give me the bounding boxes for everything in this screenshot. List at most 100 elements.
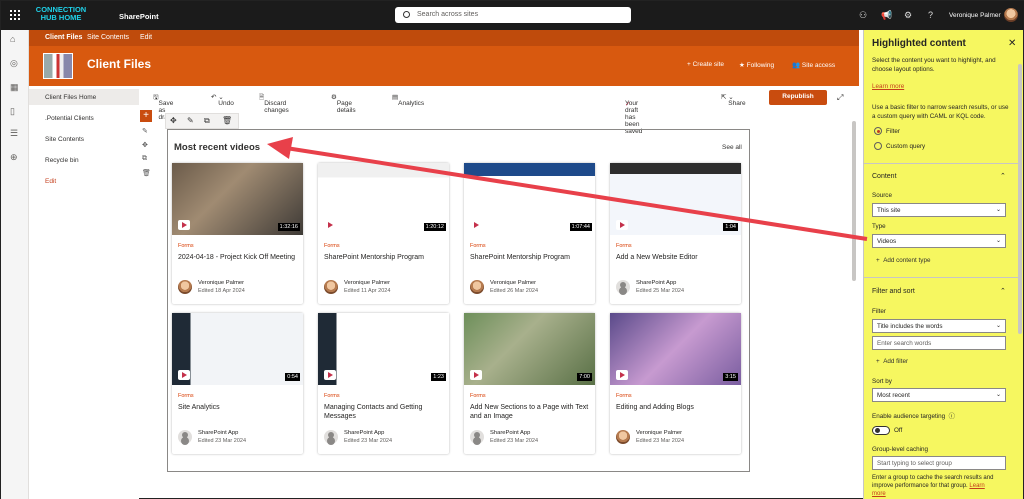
video-card[interactable]: 3:15 Forms Editing and Adding Blogs Veroniq… — [610, 313, 741, 454]
filter-radio[interactable] — [874, 127, 882, 135]
analytics-button[interactable]: ▤ Analytics — [392, 93, 424, 107]
pane-intro: Select the content you want to highlight… — [872, 57, 996, 73]
hub-nav-site-contents[interactable]: Site Contents — [87, 34, 129, 41]
video-thumbnail[interactable]: 1:32:16 — [172, 163, 303, 235]
audience-toggle[interactable] — [872, 426, 890, 435]
source-dropdown[interactable]: This site ⌄ — [872, 203, 1006, 217]
video-thumbnail[interactable]: 1:20:12 — [318, 163, 449, 235]
search-box[interactable]: Search across sites — [395, 7, 631, 23]
add-content-type-button[interactable]: + Add content type — [876, 257, 930, 264]
move-section-icon[interactable]: ✥ — [142, 141, 148, 149]
info-icon[interactable]: ⓘ — [949, 413, 955, 420]
site-title[interactable]: Client Files — [87, 57, 151, 71]
gear-icon[interactable]: ⚙ — [904, 10, 912, 21]
learn-more-link[interactable]: Learn more — [872, 83, 1012, 92]
help-icon[interactable]: ? — [928, 10, 933, 20]
delete-section-icon[interactable]: 🗑 — [142, 169, 151, 177]
page-scrollbar[interactable] — [852, 121, 856, 281]
card-title[interactable]: Add a New Website Editor — [616, 253, 736, 262]
duplicate-webpart-icon[interactable]: ⧉ — [204, 116, 210, 126]
discard-label: Discard changes — [264, 100, 289, 114]
video-thumbnail[interactable]: 7:00 — [464, 313, 595, 385]
chevron-up-icon[interactable]: ⌃ — [1000, 172, 1006, 180]
pane-title: Highlighted content — [872, 38, 966, 49]
create-icon[interactable]: ⊕ — [10, 152, 18, 163]
search-words-input[interactable]: Enter search words — [872, 336, 1006, 350]
card-title[interactable]: Managing Contacts and Getting Messages — [324, 403, 444, 421]
duplicate-section-icon[interactable]: ⧉ — [142, 155, 147, 163]
site-logo[interactable] — [43, 53, 73, 79]
app-launcher-icon[interactable] — [9, 9, 21, 21]
user-avatar[interactable] — [1004, 8, 1018, 22]
group-note-link[interactable]: Learn — [969, 483, 984, 489]
content-section-heading[interactable]: Content — [872, 173, 897, 180]
webpart-title[interactable]: Most recent videos — [174, 142, 260, 153]
see-all-link[interactable]: See all — [722, 144, 742, 151]
nav-item-site-contents[interactable]: Site Contents — [45, 136, 84, 143]
share-button[interactable]: ⇱ Share ⌄ — [721, 93, 746, 107]
nav-edit-link[interactable]: Edit — [45, 178, 56, 185]
video-card[interactable]: 7:00 Forms Add New Sections to a Page with… — [464, 313, 595, 454]
card-title[interactable]: SharePoint Mentorship Program — [324, 253, 444, 262]
sites-icon[interactable]: ▦ — [10, 82, 19, 93]
pane-scrollbar[interactable] — [1018, 64, 1022, 334]
video-thumbnail[interactable]: 0:54 — [172, 313, 303, 385]
nav-item-potential-clients[interactable]: .Potential Clients — [45, 115, 94, 122]
filter-intro: Use a basic filter to narrow search resu… — [872, 104, 1009, 120]
custom-query-radio[interactable] — [874, 142, 882, 150]
video-card[interactable]: 1:04 Forms Add a New Website Editor SharePo… — [610, 163, 741, 304]
close-icon[interactable]: ✕ — [1008, 38, 1016, 49]
edit-webpart-icon[interactable]: ✎ — [187, 116, 194, 125]
card-title[interactable]: Editing and Adding Blogs — [616, 403, 736, 412]
hub-nav-edit[interactable]: Edit — [140, 34, 152, 41]
nav-item-home[interactable]: Client Files Home — [45, 94, 96, 101]
lists-icon[interactable]: ☰ — [10, 128, 18, 139]
chevron-up-icon[interactable]: ⌃ — [1000, 287, 1006, 295]
following-button[interactable]: ★ Following — [739, 61, 774, 69]
video-card[interactable]: 1:23 Forms Managing Contacts and Getting M… — [318, 313, 449, 454]
undo-button[interactable]: ↶ Undo ⌄ — [211, 93, 234, 107]
video-card[interactable]: 1:20:12 Forms SharePoint Mentorship Progra… — [318, 163, 449, 304]
app-name[interactable]: SharePoint — [119, 12, 159, 21]
delete-webpart-icon[interactable]: 🗑 — [222, 116, 232, 125]
chevron-down-icon: ⌄ — [995, 392, 1001, 398]
nav-item-recycle-bin[interactable]: Recycle bin — [45, 157, 79, 164]
play-icon — [324, 370, 336, 380]
republish-button[interactable]: Republish — [769, 90, 827, 105]
globe-icon[interactable]: ◎ — [10, 58, 18, 69]
teams-icon[interactable]: ⚇ — [859, 10, 867, 21]
hub-nav-client-files[interactable]: Client Files — [45, 34, 82, 41]
video-thumbnail[interactable]: 1:23 — [318, 313, 449, 385]
card-title[interactable]: 2024-04-18 - Project Kick Off Meeting — [178, 253, 298, 262]
discard-changes-button[interactable]: 🗎 Discard changes — [259, 93, 289, 114]
create-site-button[interactable]: + Create site — [687, 61, 724, 68]
page-details-button[interactable]: ⚙ Page details — [331, 93, 356, 114]
group-input[interactable]: Start typing to select group — [872, 456, 1006, 470]
video-thumbnail[interactable]: 3:15 — [610, 313, 741, 385]
filter-sort-heading[interactable]: Filter and sort — [872, 288, 915, 295]
video-card[interactable]: 0:54 Forms Site Analytics SharePoint App Edi… — [172, 313, 303, 454]
video-thumbnail[interactable]: 1:07:44 — [464, 163, 595, 235]
add-filter-button[interactable]: + Add filter — [876, 358, 908, 365]
user-name[interactable]: Veronique Palmer — [949, 12, 1001, 19]
group-note-link-tail[interactable]: more — [872, 491, 886, 497]
edit-section-icon[interactable]: ✎ — [142, 127, 148, 135]
filter-dropdown[interactable]: Title includes the words ⌄ — [872, 319, 1006, 333]
save-draft-button[interactable]: 🖫 Save as draft — [153, 93, 173, 121]
type-dropdown[interactable]: Videos ⌄ — [872, 234, 1006, 248]
card-title[interactable]: SharePoint Mentorship Program — [470, 253, 590, 262]
home-icon[interactable]: ⌂ — [10, 34, 15, 44]
files-icon[interactable]: ▯ — [10, 106, 15, 117]
video-thumbnail[interactable]: 1:04 — [610, 163, 741, 235]
card-title[interactable]: Site Analytics — [178, 403, 298, 412]
video-card[interactable]: 1:07:44 Forms SharePoint Mentorship Progra… — [464, 163, 595, 304]
move-webpart-icon[interactable]: ✥ — [170, 116, 177, 125]
sort-dropdown[interactable]: Most recent ⌄ — [872, 388, 1006, 402]
card-title[interactable]: Add New Sections to a Page with Text and… — [470, 403, 590, 421]
highlighted-content-webpart[interactable]: Most recent videos See all 1:32:16 Forms 2… — [167, 129, 750, 472]
site-access-button[interactable]: 👥 Site access — [792, 61, 835, 69]
megaphone-icon[interactable]: 📢 — [881, 10, 892, 21]
expand-icon[interactable]: ⤢ — [837, 93, 843, 103]
hub-logo[interactable]: CONNECTION HUB HOME — [29, 6, 93, 22]
video-card[interactable]: 1:32:16 Forms 2024-04-18 - Project Kick Of… — [172, 163, 303, 304]
